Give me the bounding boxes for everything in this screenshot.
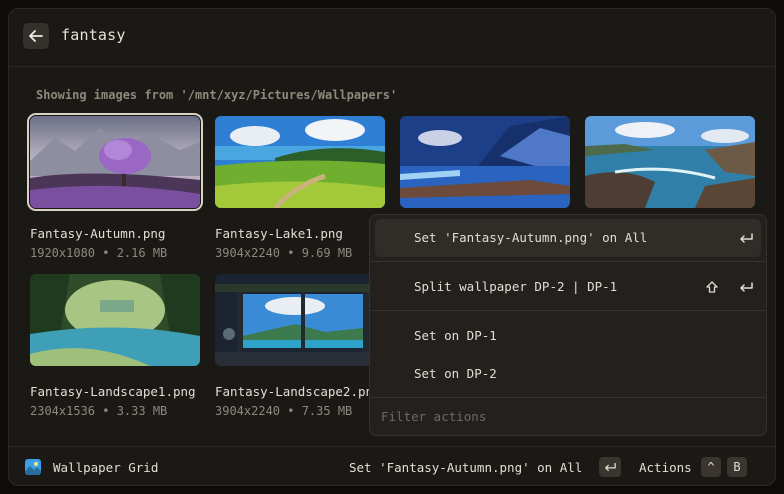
gallery-subtitle: Showing images from '/mnt/xyz/Pictures/W… bbox=[36, 88, 398, 102]
menu-item-label: Set on DP-1 bbox=[414, 328, 497, 343]
image-thumbnail[interactable] bbox=[585, 116, 755, 208]
filter-actions-input[interactable]: Filter actions bbox=[381, 409, 486, 424]
enter-icon bbox=[737, 278, 755, 296]
image-meta: 1920x1080 • 2.16 MB bbox=[30, 246, 168, 260]
image-name: Fantasy-Landscape2.png bbox=[215, 384, 381, 399]
menu-divider bbox=[370, 261, 766, 262]
menu-item-split[interactable]: Split wallpaper DP-2 | DP-1 bbox=[375, 268, 761, 306]
arrow-left-icon bbox=[29, 30, 43, 42]
back-button[interactable] bbox=[23, 23, 49, 49]
action-bar: Wallpaper Grid Set 'Fantasy-Autumn.png' … bbox=[9, 446, 775, 485]
actions-menu: Set 'Fantasy-Autumn.png' on All Split wa… bbox=[369, 214, 767, 436]
actions-button[interactable]: Actions bbox=[639, 460, 692, 475]
menu-item-set-dp1[interactable]: Set on DP-1 bbox=[375, 317, 761, 355]
shift-icon bbox=[703, 278, 721, 296]
image-name: Fantasy-Landscape1.png bbox=[30, 384, 196, 399]
menu-item-label: Split wallpaper DP-2 | DP-1 bbox=[414, 279, 618, 294]
image-thumbnail[interactable] bbox=[30, 274, 200, 366]
menu-divider bbox=[370, 397, 766, 398]
image-name: Fantasy-Lake1.png bbox=[215, 226, 343, 241]
raycast-window: fantasy Showing images from '/mnt/xyz/Pi… bbox=[8, 8, 776, 486]
enter-icon bbox=[599, 457, 621, 477]
image-thumbnail[interactable] bbox=[215, 274, 385, 366]
image-meta: 3904x2240 • 7.35 MB bbox=[215, 404, 353, 418]
image-thumbnail[interactable] bbox=[27, 113, 203, 211]
search-input[interactable]: fantasy bbox=[61, 26, 126, 44]
b-key: B bbox=[727, 457, 747, 477]
menu-item-set-all[interactable]: Set 'Fantasy-Autumn.png' on All bbox=[375, 219, 761, 257]
menu-item-label: Set 'Fantasy-Autumn.png' on All bbox=[414, 230, 648, 245]
menu-divider bbox=[370, 310, 766, 311]
menu-item-label: Set on DP-2 bbox=[414, 366, 497, 381]
ctrl-key: ^ bbox=[701, 457, 721, 477]
image-thumbnail[interactable] bbox=[215, 116, 385, 208]
image-name: Fantasy-Autumn.png bbox=[30, 226, 166, 241]
wallpaper-icon bbox=[25, 459, 41, 475]
image-meta: 2304x1536 • 3.33 MB bbox=[30, 404, 168, 418]
image-meta: 3904x2240 • 9.69 MB bbox=[215, 246, 353, 260]
menu-item-set-dp2[interactable]: Set on DP-2 bbox=[375, 355, 761, 393]
extension-name: Wallpaper Grid bbox=[53, 460, 159, 475]
image-thumbnail[interactable] bbox=[400, 116, 570, 208]
primary-action-button[interactable]: Set 'Fantasy-Autumn.png' on All bbox=[349, 460, 582, 475]
search-header: fantasy bbox=[9, 9, 775, 67]
enter-icon bbox=[737, 229, 755, 247]
